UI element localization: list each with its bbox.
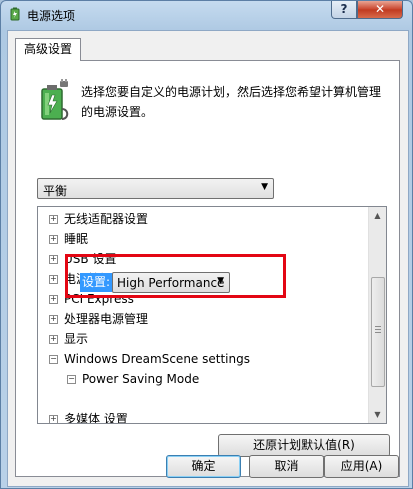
collapse-icon[interactable]: −: [49, 355, 58, 364]
window-title: 电源选项: [27, 9, 76, 23]
scroll-down-arrow-icon[interactable]: ▼: [369, 406, 386, 423]
power-plan-dropdown[interactable]: 平衡 ▼: [37, 178, 274, 199]
chevron-down-icon: ▼: [217, 276, 224, 286]
power-settings-tree[interactable]: + 无线适配器设置 + 睡眠 + USB 设置 + 电源按钮和盖子 + PC: [37, 206, 387, 424]
dialog-client-area: 高级设置 选择您要自定义的电源计划，然后选择您希望计算机管理的电源设置。 平衡 …: [7, 30, 409, 487]
expand-icon[interactable]: +: [49, 255, 58, 264]
vertical-scrollbar[interactable]: ▲ ▼: [368, 207, 386, 423]
ok-button[interactable]: 确定: [166, 455, 241, 478]
expand-icon[interactable]: +: [49, 415, 58, 423]
power-options-icon: [10, 7, 20, 21]
expand-icon[interactable]: +: [49, 335, 58, 344]
close-button[interactable]: ✕: [357, 1, 403, 19]
restore-defaults-button[interactable]: 还原计划默认值(R): [218, 434, 390, 457]
tree-item-label: 处理器电源管理: [64, 312, 149, 326]
chevron-down-icon: ▼: [261, 182, 268, 192]
expand-icon[interactable]: +: [49, 295, 58, 304]
collapse-icon[interactable]: −: [67, 375, 76, 384]
expand-icon[interactable]: +: [49, 235, 58, 244]
expand-icon[interactable]: +: [49, 275, 58, 284]
description-text: 选择您要自定义的电源计划，然后选择您希望计算机管理的电源设置。: [81, 85, 382, 119]
title-bar: 电源选项 ? ✕: [1, 1, 412, 27]
tree-item-label: USB 设置: [64, 252, 117, 266]
battery-plug-icon: [41, 79, 69, 120]
expand-icon[interactable]: +: [49, 215, 58, 224]
cancel-button[interactable]: 取消: [249, 455, 324, 478]
tree-item-label: 无线适配器设置: [64, 212, 149, 226]
power-plan-value: 平衡: [43, 184, 68, 198]
power-saving-mode-dropdown[interactable]: High Performance ▼: [112, 272, 230, 293]
advanced-settings-panel: 选择您要自定义的电源计划，然后选择您希望计算机管理的电源设置。 平衡 ▼ + 无…: [15, 60, 400, 477]
tree-item-label: Windows DreamScene settings: [64, 352, 250, 366]
tree-item-label: 多媒体 设置: [64, 412, 128, 424]
apply-button[interactable]: 应用(A): [324, 455, 399, 478]
tree-item-label: 睡眠: [64, 232, 89, 246]
tab-advanced-settings[interactable]: 高级设置: [15, 38, 81, 61]
expand-icon[interactable]: +: [49, 315, 58, 324]
tree-item-label: Power Saving Mode: [82, 372, 200, 386]
scroll-up-arrow-icon[interactable]: ▲: [369, 207, 386, 224]
power-saving-mode-value: High Performance: [117, 276, 225, 290]
help-button[interactable]: ?: [331, 1, 357, 19]
setting-label: 设置:: [80, 273, 113, 292]
power-options-window: 电源选项 ? ✕ 高级设置 选择您要自定义的电源计划，然后选择您希望计算机管理的…: [0, 0, 413, 489]
scrollbar-thumb[interactable]: [371, 277, 385, 387]
scrollbar-grip-icon: [375, 326, 381, 334]
tree-item-label: 显示: [64, 332, 89, 346]
